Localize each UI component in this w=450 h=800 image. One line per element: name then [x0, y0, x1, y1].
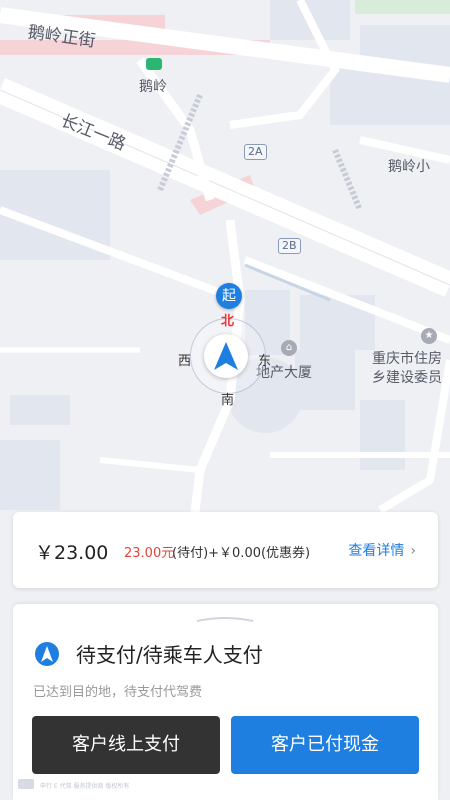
navigation-arrow-icon: [35, 642, 59, 666]
compass-north: 北: [221, 314, 235, 329]
view-details-link[interactable]: 查看详情 ›: [348, 540, 416, 560]
footer-note: 申行 E 代驾 服务提供商 版权所有: [40, 783, 130, 790]
start-marker[interactable]: 起: [216, 283, 242, 309]
metro-station-label: 鹅岭: [139, 79, 167, 95]
compass-west: 西: [178, 354, 192, 369]
location-arrow-icon[interactable]: [204, 334, 248, 378]
fare-total: ￥23.00: [35, 542, 109, 564]
poi-label-housing-2: 乡建设委员: [372, 370, 442, 386]
cash-paid-button[interactable]: 客户已付现金: [231, 716, 419, 774]
building-icon: ⌂: [281, 340, 297, 356]
poi-label-eling-school: 鹅岭小: [388, 159, 430, 175]
drag-handle[interactable]: [195, 616, 255, 622]
fare-card[interactable]: ￥23.00 23.00元 (待付)+￥0.00(优惠券) 查看详情 ›: [13, 512, 438, 588]
compass-east: 东: [258, 354, 272, 369]
view-details-label: 查看详情: [348, 543, 405, 559]
compass-south: 南: [221, 393, 235, 408]
poi-label-housing-1: 重庆市住房: [372, 351, 442, 367]
order-status-title: 待支付/待乘车人支付: [76, 643, 263, 667]
fare-pending: 23.00元: [124, 546, 175, 561]
road-badge-2b: 2B: [278, 238, 301, 254]
road-badge-2a: 2A: [244, 144, 267, 160]
fare-breakdown: (待付)+￥0.00(优惠券): [172, 546, 311, 561]
chevron-right-icon: ›: [410, 543, 416, 559]
online-payment-button[interactable]: 客户线上支付: [32, 716, 220, 774]
order-status-subtitle: 已达到目的地，待支付代驾费: [33, 685, 203, 700]
footer-logo: [18, 779, 34, 789]
metro-icon: [146, 58, 162, 70]
star-icon: ★: [421, 328, 437, 344]
